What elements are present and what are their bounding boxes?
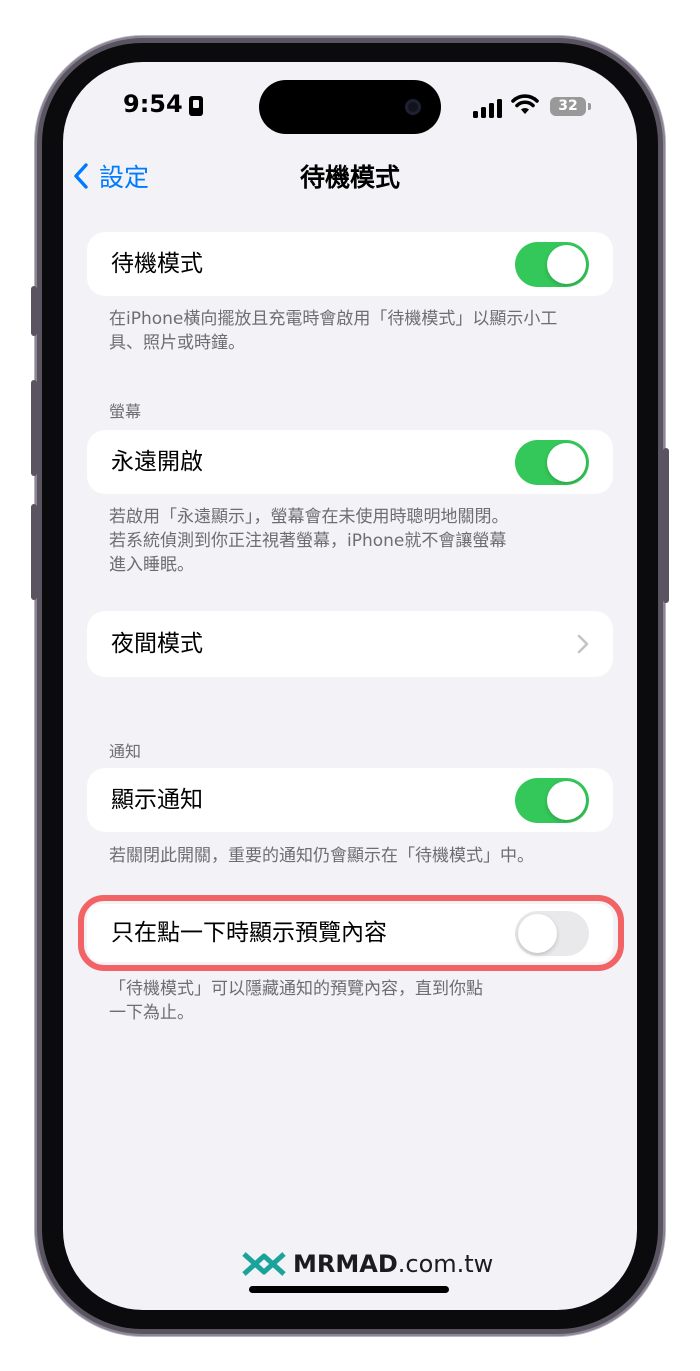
camera-icon [405, 99, 421, 115]
standby-footnote: 在iPhone橫向擺放且充電時會啟用「待機模式」以顯示小工具、照片或時鐘。 [109, 309, 558, 353]
page-title: 待機模式 [299, 163, 400, 192]
standby-label: 待機模式 [111, 251, 203, 277]
standby-toggle[interactable] [515, 242, 589, 287]
status-time: 9:54 [123, 90, 183, 118]
always-on-footnote-line-2: 若系統偵測到你正注視著螢幕，iPhone就不會讓螢幕 [109, 531, 507, 551]
always-on-footnote-line-1: 若啟用「永遠顯示」，螢幕會在未使用時聰明地關閉。 [109, 507, 509, 527]
focus-icon [189, 96, 203, 116]
show-notifications-label: 顯示通知 [111, 787, 203, 813]
preview-footnote-line-1: 「待機模式」可以隱藏通知的預覽內容，直到你點 [109, 979, 483, 999]
battery-icon: 32 [550, 97, 586, 116]
screen: 9:54 32 待機模式 設定 待機模式 在iPhone橫向擺放且充電時會啟用「… [63, 62, 637, 1310]
preview-footnote-line-2: 一下為止。 [109, 1003, 194, 1023]
always-on-toggle[interactable] [515, 440, 589, 485]
back-button[interactable]: 設定 [73, 158, 149, 194]
cellular-signal-icon [473, 98, 503, 118]
action-button [31, 286, 37, 336]
volume-down-button [31, 504, 37, 600]
power-button [663, 448, 669, 603]
wifi-icon [511, 94, 539, 114]
always-on-footnote: 若啟用「永遠顯示」，螢幕會在未使用時聰明地關閉。 若系統偵測到你正注視著螢幕，i… [109, 505, 589, 577]
show-notifications-row: 顯示通知 [87, 768, 613, 832]
show-notifications-toggle[interactable] [515, 778, 589, 823]
watermark: MRMAD.com.tw [241, 1250, 493, 1278]
night-mode-label: 夜間模式 [111, 631, 203, 657]
back-button-label: 設定 [99, 163, 150, 192]
chevron-left-icon [74, 163, 88, 189]
watermark-brand: MRMAD [293, 1250, 398, 1278]
notifications-section-header: 通知 [109, 742, 142, 761]
standby-row: 待機模式 [87, 232, 613, 296]
volume-up-button [31, 380, 37, 476]
chevron-right-icon [577, 634, 589, 654]
night-mode-row[interactable]: 夜間模式 [87, 611, 613, 677]
home-indicator[interactable] [249, 1286, 449, 1293]
dynamic-island [259, 80, 441, 134]
battery-cap [588, 103, 591, 110]
always-on-row: 永遠開啟 [87, 430, 613, 494]
show-notifications-footnote: 若關閉此開關，重要的通知仍會顯示在「待機模式」中。 [109, 846, 534, 866]
mrmad-logo-icon [242, 1252, 286, 1276]
watermark-domain: .com.tw [397, 1250, 494, 1278]
preview-footnote: 「待機模式」可以隱藏通知的預覽內容，直到你點 一下為止。 [109, 977, 589, 1025]
always-on-footnote-line-3: 進入睡眠。 [109, 555, 194, 575]
display-section-header: 螢幕 [109, 402, 142, 421]
always-on-label: 永遠開啟 [111, 449, 203, 475]
highlight-frame [78, 895, 624, 971]
